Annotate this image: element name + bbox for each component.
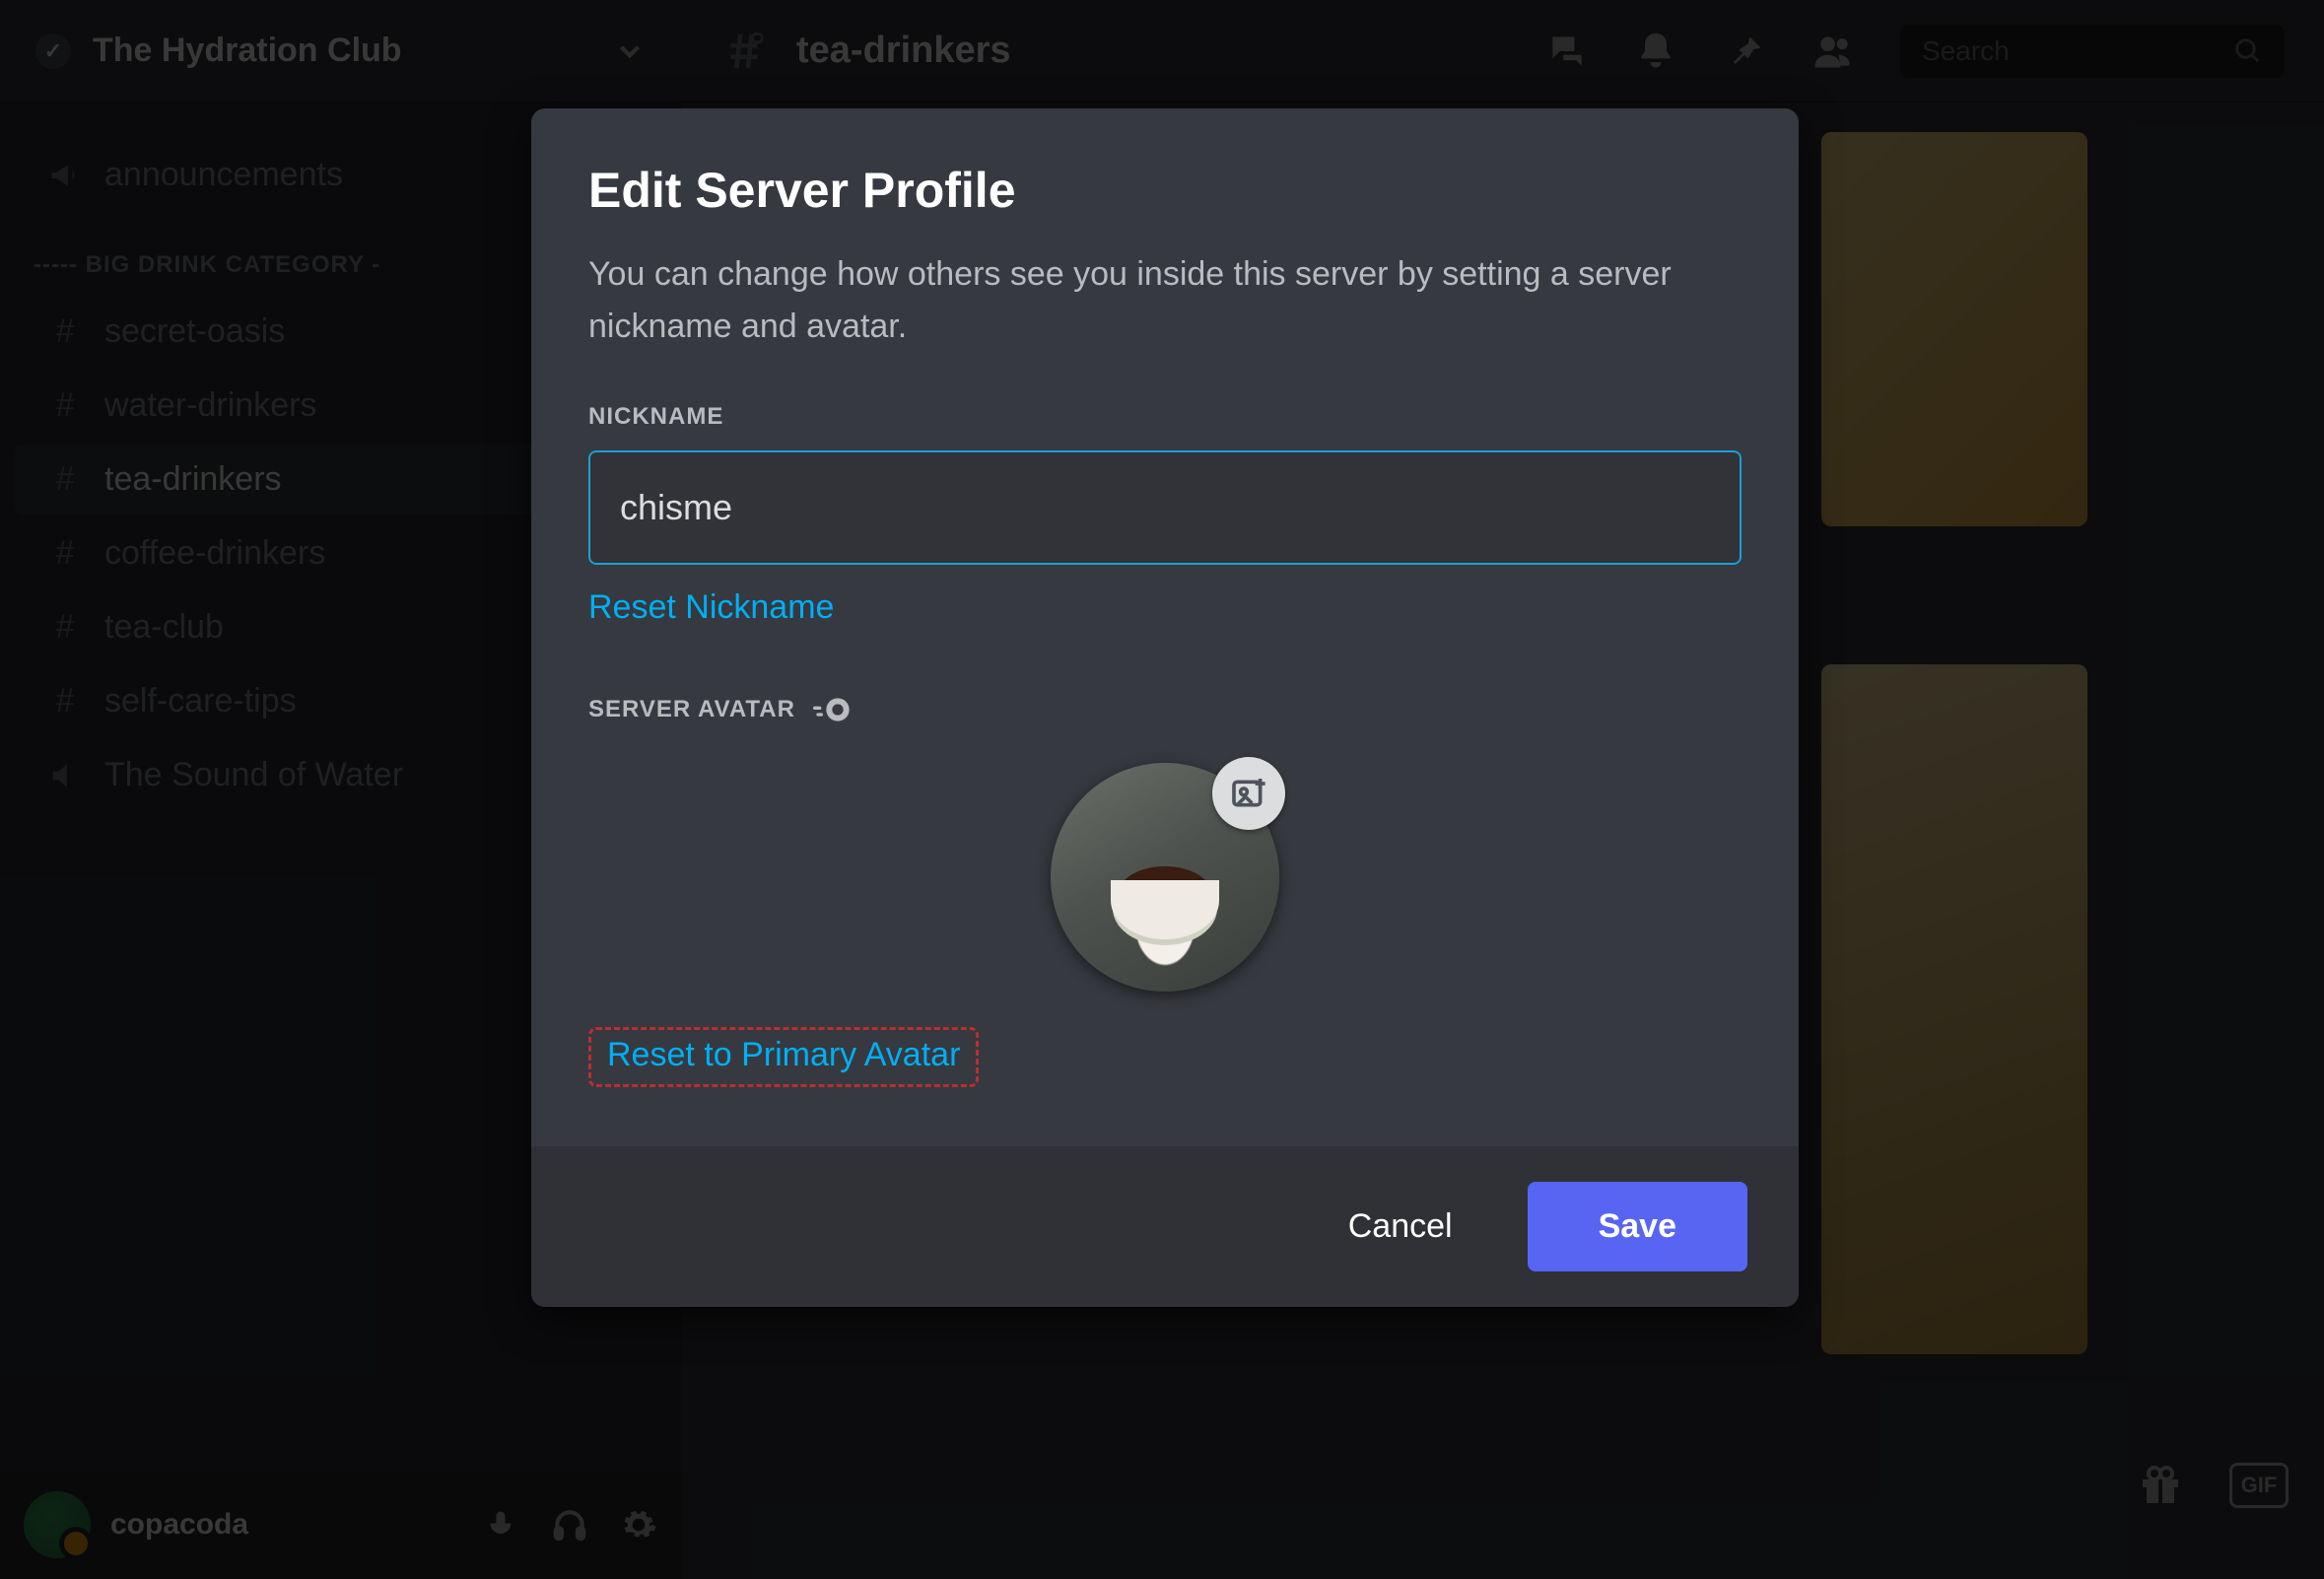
server-avatar-uploader[interactable]	[1051, 763, 1279, 992]
save-button[interactable]: Save	[1528, 1182, 1747, 1271]
server-avatar-label: SERVER AVATAR	[588, 696, 795, 723]
modal-footer: Cancel Save	[531, 1146, 1799, 1307]
nickname-input[interactable]	[588, 450, 1742, 565]
modal-description: You can change how others see you inside…	[588, 248, 1702, 352]
modal-title: Edit Server Profile	[588, 162, 1742, 219]
nickname-label: NICKNAME	[588, 403, 1742, 431]
cancel-button[interactable]: Cancel	[1321, 1190, 1480, 1264]
edit-server-profile-modal: Edit Server Profile You can change how o…	[531, 108, 1799, 1307]
reset-nickname-link[interactable]: Reset Nickname	[588, 588, 834, 627]
upload-image-icon[interactable]	[1212, 757, 1285, 830]
nitro-icon	[813, 696, 853, 723]
annotation-highlight: Reset to Primary Avatar	[588, 1027, 979, 1087]
reset-to-primary-avatar-link[interactable]: Reset to Primary Avatar	[607, 1036, 960, 1074]
